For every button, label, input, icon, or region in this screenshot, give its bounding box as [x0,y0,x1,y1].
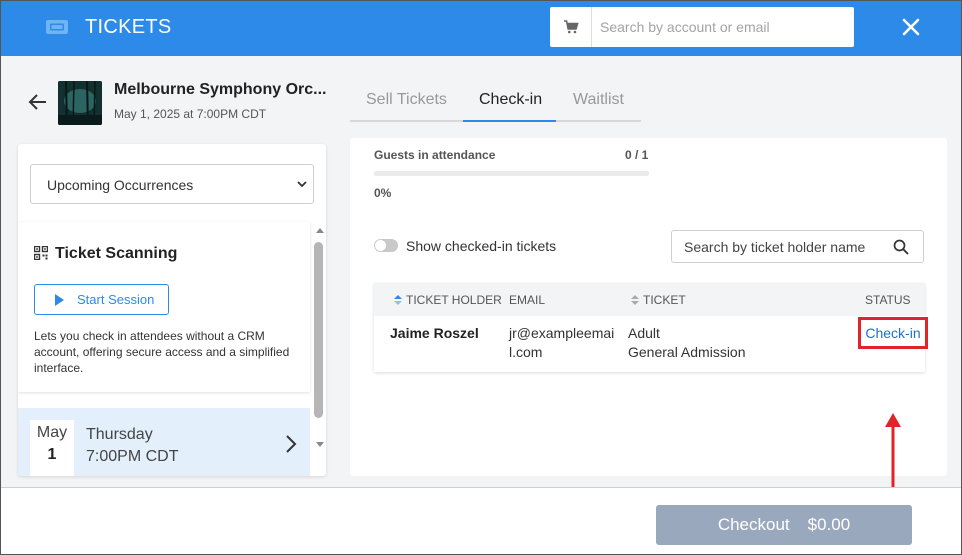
chevron-down-icon [297,181,307,188]
attendance-percent: 0% [374,186,392,200]
account-search-input[interactable] [600,7,848,47]
main-area: Melbourne Symphony Orc... May 1, 2025 at… [1,56,961,489]
header-ticket-holder-label: TICKET HOLDER [406,293,502,307]
cart-icon[interactable] [550,7,592,47]
show-checked-in-label: Show checked-in tickets [406,238,557,254]
check-in-panel: Guests in attendance 0 / 1 0% Show check… [350,138,947,476]
occurrence-select[interactable]: Upcoming Occurrences [30,164,314,204]
tab-sell-tickets[interactable]: Sell Tickets [366,91,447,109]
start-session-button[interactable]: Start Session [34,284,169,315]
header-ticket-holder[interactable]: TICKET HOLDER [394,293,502,307]
attendance-progress-bar [374,171,649,176]
toggle-knob [375,240,386,251]
panel-scrollbar[interactable] [313,228,325,448]
qr-code-icon [34,246,48,260]
scroll-down-icon[interactable] [316,442,324,447]
checkout-button[interactable]: Checkout $0.00 [656,505,912,545]
tickets-table: TICKET HOLDER EMAIL TICKET STATUS Jaime … [374,283,928,372]
ticket-scanning-description: Lets you check in attendees without a CR… [34,329,290,375]
header-email: EMAIL [509,293,546,307]
ticket-scanning-card: Ticket Scanning Start Session Lets you c… [18,222,310,392]
chevron-right-icon [286,435,297,453]
search-icon[interactable] [893,239,909,255]
play-icon [55,293,64,306]
attendance-label: Guests in attendance [374,148,496,162]
event-date: May 1, 2025 at 7:00PM CDT [114,107,267,121]
annotation-arrow-icon [885,413,901,489]
occurrence-weekday: Thursday [86,426,153,443]
close-icon[interactable] [897,13,925,41]
header-ticket[interactable]: TICKET [631,293,686,307]
cell-ticket-type: Adult [628,325,660,341]
app-title: TICKETS [85,16,172,38]
header-status: STATUS [865,293,911,307]
occurrence-select-label: Upcoming Occurrences [47,177,194,193]
ticket-tabs: Sell Tickets Check-in Waitlist [350,82,641,122]
sort-icon [631,295,639,305]
tickets-window: TICKETS Search by account or email Melbo… [0,0,962,555]
tab-check-in[interactable]: Check-in [479,91,542,109]
cell-ticket: Adult General Admission [628,324,746,362]
app-header: TICKETS [1,1,961,56]
ticket-icon [46,20,68,34]
occurrence-panel: Upcoming Occurrences Ticket Scanning Sta… [18,144,326,476]
occurrence-month: May [36,424,68,441]
event-title: Melbourne Symphony Orc... [114,81,327,98]
sort-icon [394,295,402,305]
cell-ticket-admission: General Admission [628,344,746,360]
table-header: TICKET HOLDER EMAIL TICKET STATUS [374,283,925,316]
cell-ticket-holder: Jaime Roszel [390,325,479,341]
footer-bar: Checkout $0.00 [1,487,961,554]
show-checked-in-toggle[interactable] [374,239,398,252]
ticket-holder-search-input[interactable] [684,231,884,262]
account-search [550,7,854,47]
occurrence-day: 1 [47,446,57,463]
header-ticket-label: TICKET [643,293,686,307]
active-tab-indicator [463,120,556,122]
back-arrow-icon[interactable] [27,91,49,113]
scroll-up-icon[interactable] [316,228,324,233]
checkout-label: Checkout [717,515,790,534]
attendance-count: 0 / 1 [625,148,649,162]
occurrence-time: 7:00PM CDT [86,448,179,465]
ticket-scanning-title: Ticket Scanning [55,245,178,262]
tab-waitlist[interactable]: Waitlist [573,91,624,109]
start-session-label: Start Session [77,292,155,307]
check-in-link[interactable]: Check-in [858,317,928,349]
cell-email: jr@exampleemail.com [509,325,615,360]
checkout-amount: $0.00 [807,515,851,534]
scroll-thumb[interactable] [314,242,323,418]
ticket-holder-search [671,230,924,263]
occurrence-item[interactable]: May 1 Thursday 7:00PM CDT [18,408,310,476]
occurrence-date-box: May 1 [30,420,74,476]
event-thumbnail [58,81,102,125]
